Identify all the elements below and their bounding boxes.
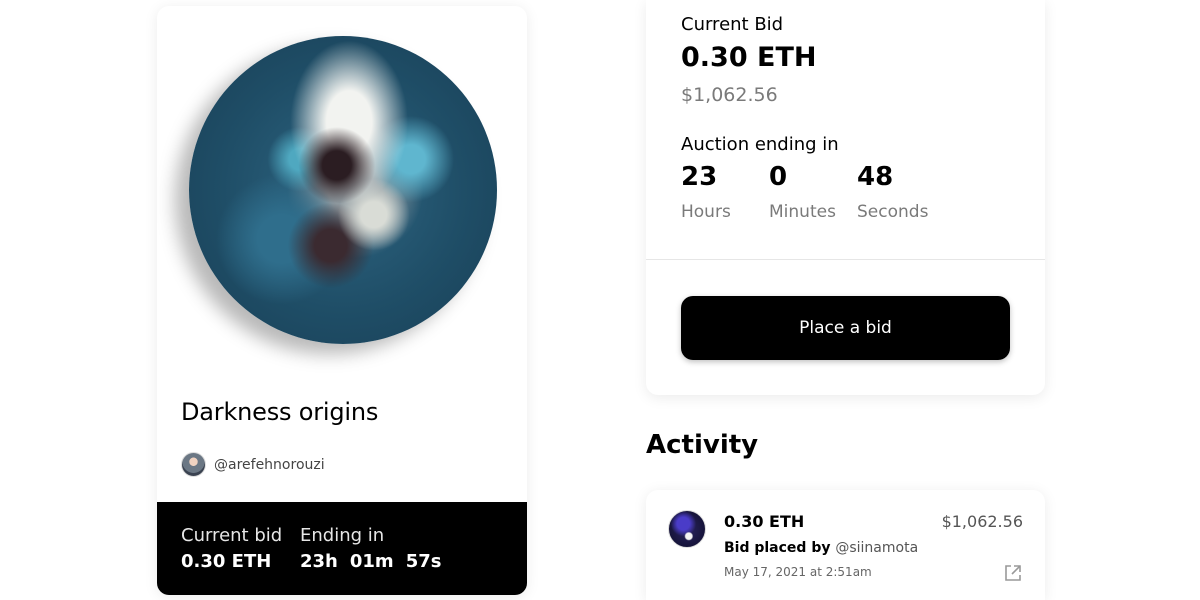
activity-bidder[interactable]: @siinamota xyxy=(835,540,918,556)
countdown-minutes: 0 Minutes xyxy=(769,162,857,222)
page: Darkness origins @arefehnorouzi Current … xyxy=(0,0,1200,600)
countdown-seconds: 48 Seconds xyxy=(857,162,945,222)
activity-action: Bid placed by xyxy=(724,540,831,556)
nft-card-footer: Current bid 0.30 ETH Ending in 23h 01m 5… xyxy=(157,502,527,595)
creator-avatar[interactable] xyxy=(181,452,206,477)
footer-seconds: 57s xyxy=(405,551,442,572)
countdown-minutes-value: 0 xyxy=(769,162,788,192)
activity-date: May 17, 2021 at 2:51am xyxy=(724,565,872,579)
countdown-minutes-label: Minutes xyxy=(769,202,836,222)
countdown-seconds-label: Seconds xyxy=(857,202,929,222)
footer-current-bid-value: 0.30 ETH xyxy=(181,551,272,572)
footer-ending: Ending in 23h 01m 57s xyxy=(300,525,441,572)
place-bid-button[interactable]: Place a bid xyxy=(681,296,1010,360)
activity-eth: 0.30 ETH xyxy=(724,512,805,531)
activity-description: Bid placed by @siinamota xyxy=(724,540,918,556)
activity-title: Activity xyxy=(646,430,759,460)
footer-current-bid: Current bid 0.30 ETH xyxy=(181,525,282,572)
footer-countdown: 23h 01m 57s xyxy=(300,551,441,572)
countdown-hours: 23 Hours xyxy=(681,162,769,222)
current-bid-eth: 0.30 ETH xyxy=(681,42,817,73)
bidder-avatar[interactable] xyxy=(668,510,706,548)
activity-usd: $1,062.56 xyxy=(941,512,1023,531)
footer-current-bid-label: Current bid xyxy=(181,525,283,546)
bid-panel: Current Bid 0.30 ETH $1,062.56 Auction e… xyxy=(646,0,1045,395)
creator[interactable]: @arefehnorouzi xyxy=(181,452,325,477)
panel-divider xyxy=(646,259,1045,260)
auction-countdown: 23 Hours 0 Minutes 48 Seconds xyxy=(681,162,945,222)
footer-minutes: 01m xyxy=(349,551,394,572)
activity-item[interactable]: 0.30 ETH $1,062.56 Bid placed by @siinam… xyxy=(646,490,1045,600)
footer-ending-label: Ending in xyxy=(300,525,385,546)
countdown-seconds-value: 48 xyxy=(857,162,894,192)
countdown-hours-value: 23 xyxy=(681,162,718,192)
auction-ending-label: Auction ending in xyxy=(681,134,839,155)
countdown-hours-label: Hours xyxy=(681,202,731,222)
footer-hours: 23h xyxy=(300,551,338,572)
current-bid-label: Current Bid xyxy=(681,14,784,35)
nft-artwork[interactable] xyxy=(189,36,497,344)
creator-handle[interactable]: @arefehnorouzi xyxy=(214,457,325,473)
external-link-icon[interactable] xyxy=(1003,563,1023,583)
current-bid-usd: $1,062.56 xyxy=(681,84,778,106)
nft-title: Darkness origins xyxy=(181,398,379,426)
nft-card[interactable]: Darkness origins @arefehnorouzi Current … xyxy=(157,6,527,595)
